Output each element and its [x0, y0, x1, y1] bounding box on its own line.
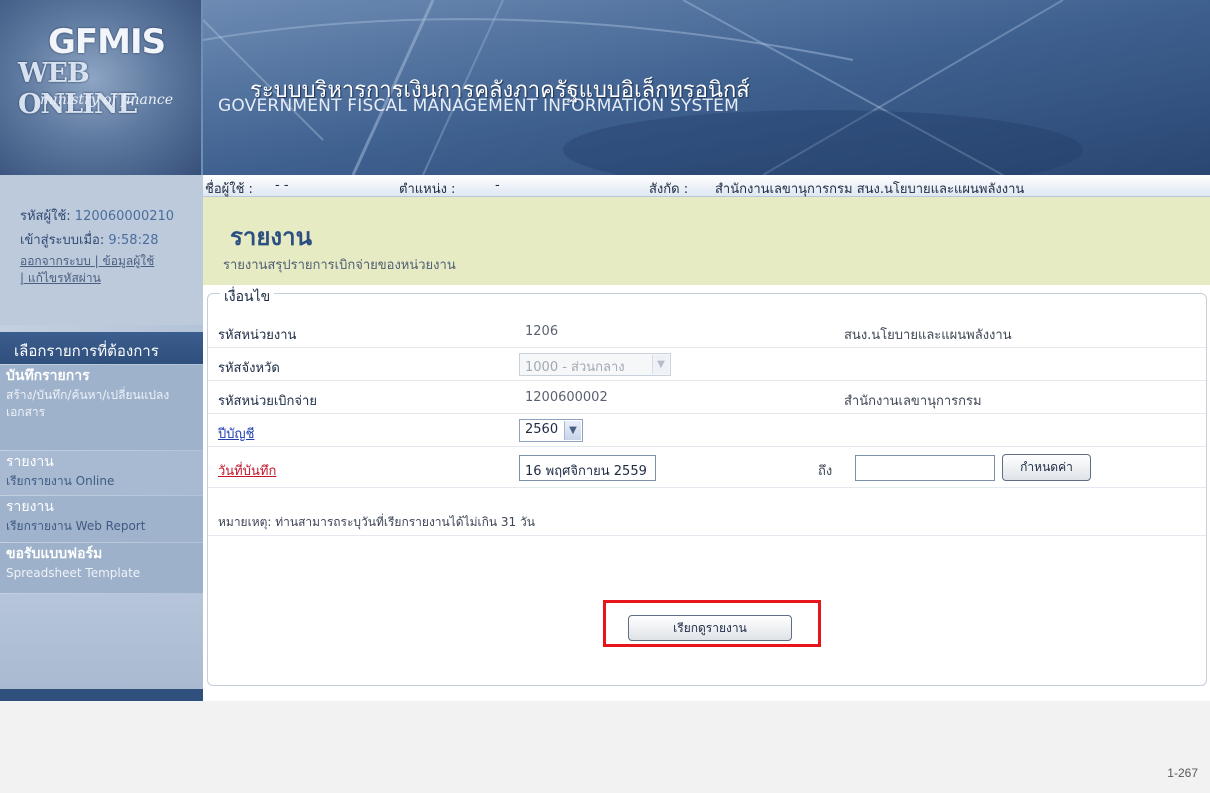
user-info-bar: ชื่อผู้ใช้ : - - ตำแหน่ง : - สังกัด : สำ…	[203, 175, 1210, 197]
sidebar-item-subtitle: เรียกรายงาน Online	[6, 474, 115, 488]
date-to-input[interactable]	[855, 455, 995, 481]
sidebar-item-record[interactable]: บันทึกรายการ สร้าง/บันทึก/ค้นหา/เปลี่ยนแ…	[0, 365, 203, 450]
divider	[208, 535, 1206, 536]
bottom-margin	[203, 701, 1210, 793]
system-title-english: GOVERNMENT FISCAL MANAGEMENT INFORMATION…	[218, 96, 739, 116]
page-number: 1-267	[1167, 766, 1198, 780]
chevron-down-icon: ▼	[652, 355, 669, 374]
sidebar-item-subtitle: สร้าง/บันทึก/ค้นหา/เปลี่ยนแปลง เอกสาร	[6, 388, 170, 419]
to-label: ถึง	[818, 464, 833, 479]
position-value: -	[495, 178, 500, 193]
link-separator: |	[94, 254, 99, 268]
user-info-panel: รหัสผู้ใช้: 120060000210 เข้าสู่ระบบเมื่…	[0, 175, 203, 325]
header-banner: GFMIS WEB ONLINE ministry of finance ระบ…	[0, 0, 1210, 175]
logo-gfmis-text: GFMIS	[48, 22, 166, 62]
fiscal-year-row: ปีบัญชี 2560 ▼	[208, 415, 1206, 447]
sidebar: รหัสผู้ใช้: 120060000210 เข้าสู่ระบบเมื่…	[0, 175, 203, 701]
username-label: ชื่อผู้ใช้ :	[205, 182, 253, 197]
sidebar-filler	[0, 594, 203, 689]
sidebar-item-title: บันทึกรายการ	[6, 368, 90, 384]
sidebar-item-subtitle: เรียกรายงาน Web Report	[6, 519, 146, 533]
record-date-row: วันที่บันทึก 16 พฤศจิกายน 2559 ถึง กำหนด…	[208, 448, 1206, 488]
user-info-link[interactable]: ข้อมูลผู้ใช้	[103, 254, 155, 268]
page-title: รายงาน	[230, 223, 313, 251]
logout-link[interactable]: ออกจากระบบ	[20, 254, 91, 268]
fiscal-year-select-value: 2560	[525, 422, 559, 437]
province-label: รหัสจังหวัด	[218, 361, 280, 376]
sidebar-item-request-form[interactable]: ขอรับแบบฟอร์ม Spreadsheet Template	[0, 543, 203, 593]
chevron-down-icon: ▼	[564, 421, 581, 440]
sidebar-item-title: รายงาน	[6, 454, 54, 470]
login-time-value: 9:58:28	[108, 233, 159, 248]
agency-code-value: 1206	[525, 324, 559, 339]
login-time-label: เข้าสู่ระบบเมื่อ:	[20, 233, 105, 248]
user-id-value: 120060000210	[74, 209, 175, 224]
set-value-button[interactable]: กำหนดค่า	[1002, 454, 1091, 481]
user-id-label: รหัสผู้ใช้:	[20, 209, 71, 224]
agency-code-row: รหัสหน่วยงาน 1206 สนง.นโยบายและแผนพลังงา…	[208, 316, 1206, 348]
province-select-value: 1000 - ส่วนกลาง	[525, 360, 625, 375]
disbursement-unit-label: รหัสหน่วยเบิกจ่าย	[218, 394, 317, 409]
date-from-input[interactable]: 16 พฤศจิกายน 2559	[519, 455, 656, 481]
disbursement-unit-name: สำนักงานเลขานุการกรม	[844, 394, 982, 409]
fiscal-year-label[interactable]: ปีบัญชี	[218, 423, 254, 444]
sidebar-item-title: รายงาน	[6, 499, 54, 515]
change-password-line: | แก้ไขรหัสผ่าน	[20, 270, 203, 287]
menu-header: เลือกรายการที่ต้องการ	[0, 332, 203, 364]
page-header: รายงาน รายงานสรุปรายการเบิกจ่ายของหน่วยง…	[203, 197, 1210, 285]
change-password-link[interactable]: แก้ไขรหัสผ่าน	[28, 271, 101, 285]
gfmis-logo: GFMIS WEB ONLINE ministry of finance	[0, 0, 203, 175]
bottom-margin	[0, 701, 203, 793]
sidebar-bottom-bar	[0, 689, 203, 701]
highlight-box	[603, 600, 821, 647]
agency-name: สนง.นโยบายและแผนพลังงาน	[844, 328, 1012, 343]
date-range-note: หมายเหตุ: ท่านสามารถระบุวันที่เรียกรายงา…	[218, 515, 535, 529]
page-subtitle: รายงานสรุปรายการเบิกจ่ายของหน่วยงาน	[223, 258, 456, 273]
sidebar-item-report-online[interactable]: รายงาน เรียกรายงาน Online	[0, 451, 203, 495]
condition-legend: เงื่อนไข	[220, 286, 275, 308]
position-label: ตำแหน่ง :	[399, 182, 456, 197]
agency-code-label: รหัสหน่วยงาน	[218, 328, 297, 343]
sidebar-item-report-web[interactable]: รายงาน เรียกรายงาน Web Report	[0, 496, 203, 542]
logo-ministry-text: ministry of finance	[40, 92, 174, 108]
account-links: ออกจากระบบ | ข้อมูลผู้ใช้	[20, 253, 203, 270]
fiscal-year-select[interactable]: 2560 ▼	[519, 419, 583, 442]
user-id-line: รหัสผู้ใช้: 120060000210	[20, 205, 203, 229]
affiliation-label: สังกัด :	[649, 182, 689, 197]
sidebar-item-subtitle: Spreadsheet Template	[6, 566, 141, 580]
logo-web-online-text: WEB ONLINE	[18, 58, 138, 120]
province-row: รหัสจังหวัด 1000 - ส่วนกลาง ▼	[208, 349, 1206, 381]
login-time-line: เข้าสู่ระบบเมื่อ: 9:58:28	[20, 229, 203, 253]
disbursement-unit-row: รหัสหน่วยเบิกจ่าย 1200600002 สำนักงานเลข…	[208, 382, 1206, 414]
affiliation-value: สำนักงานเลขานุการกรม สนง.นโยบายและแผนพลั…	[715, 182, 1025, 197]
province-select[interactable]: 1000 - ส่วนกลาง ▼	[519, 353, 671, 376]
link-separator: |	[20, 271, 25, 285]
username-value: - -	[275, 178, 289, 193]
disbursement-unit-value: 1200600002	[525, 390, 608, 405]
record-date-label[interactable]: วันที่บันทึก	[218, 460, 276, 481]
sidebar-item-title: ขอรับแบบฟอร์ม	[6, 546, 103, 562]
